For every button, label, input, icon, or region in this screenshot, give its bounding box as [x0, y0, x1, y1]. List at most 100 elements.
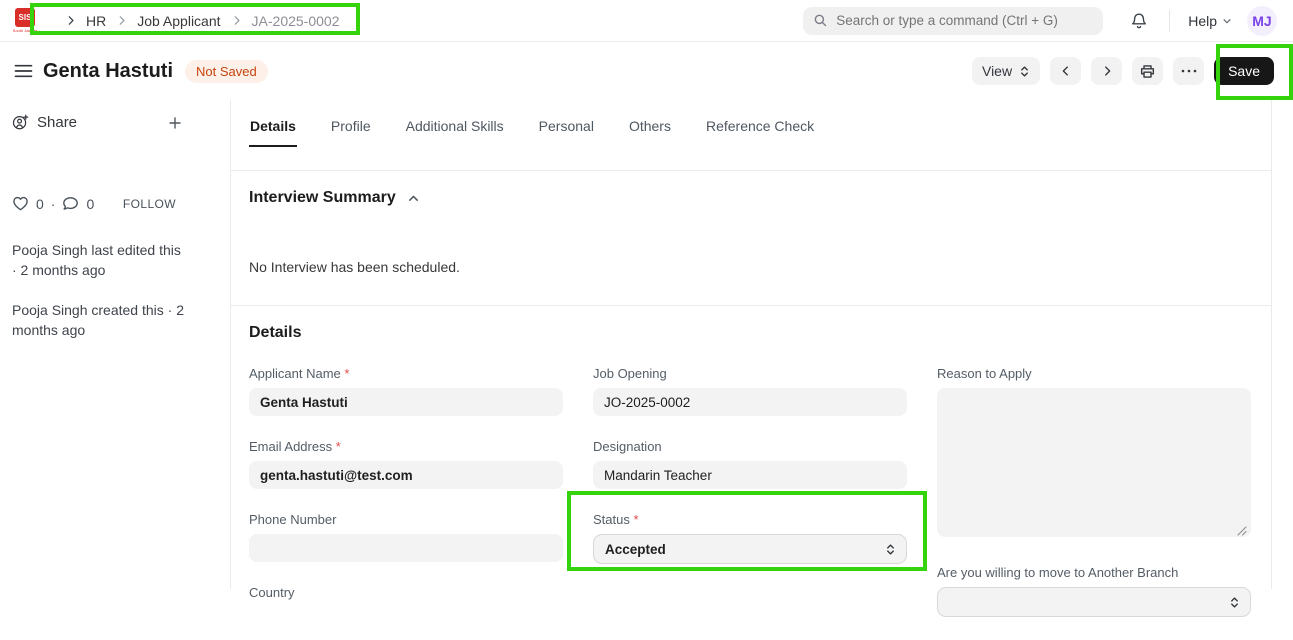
details-column-2: Job Opening Designation Status * Accepte… — [593, 366, 907, 640]
status-field: Status * Accepted — [593, 512, 907, 564]
breadcrumb-item-hr[interactable]: HR — [86, 13, 106, 29]
designation-field: Designation — [593, 439, 907, 489]
details-column-1: Applicant Name * Email Address * Phone N… — [249, 366, 563, 640]
menu-toggle-button[interactable] — [14, 63, 33, 79]
job-opening-field: Job Opening — [593, 366, 907, 416]
like-count: 0 — [36, 196, 44, 212]
status-badge: Not Saved — [185, 60, 268, 83]
phone-number-field: Phone Number — [249, 512, 563, 562]
navbar-right: Help MJ — [803, 6, 1277, 36]
status-select-value: Accepted — [605, 542, 666, 557]
country-field: Country — [249, 585, 563, 600]
search-icon — [813, 13, 828, 28]
required-asterisk: * — [344, 366, 349, 381]
applicant-name-input[interactable] — [249, 388, 563, 416]
created-note: Pooja Singh created this · 2 months ago — [12, 300, 186, 340]
chevron-down-icon — [1222, 16, 1232, 26]
save-button[interactable]: Save — [1214, 57, 1274, 85]
app-logo[interactable]: SIS South Jakarta — [12, 8, 38, 33]
sidebar-expand-icon[interactable] — [64, 14, 77, 27]
form-main: Details Profile Additional Skills Person… — [230, 100, 1272, 589]
tab-additional-skills[interactable]: Additional Skills — [405, 118, 505, 147]
print-button[interactable] — [1132, 57, 1163, 85]
breadcrumb-separator-icon — [230, 14, 243, 27]
chevron-right-icon — [1100, 64, 1114, 78]
view-button[interactable]: View — [972, 57, 1040, 85]
email-address-label: Email Address * — [249, 439, 563, 454]
job-opening-label: Job Opening — [593, 366, 907, 381]
willing-to-move-field: Are you willing to move to Another Branc… — [937, 565, 1251, 617]
status-select[interactable]: Accepted — [593, 534, 907, 564]
share-person-plus-icon — [12, 114, 29, 131]
page-header: Genta Hastuti Not Saved View — [0, 42, 1293, 100]
interview-summary-title: Interview Summary — [249, 188, 396, 207]
chevron-up-down-icon — [885, 542, 896, 557]
reason-to-apply-textarea[interactable] — [937, 388, 1251, 537]
page-title: Genta Hastuti — [43, 60, 173, 83]
tab-reference-check[interactable]: Reference Check — [705, 118, 815, 147]
country-label: Country — [249, 585, 563, 600]
collapse-chevron-up-icon[interactable] — [407, 192, 420, 205]
details-section-title: Details — [249, 323, 301, 342]
willing-to-move-select[interactable] — [937, 587, 1251, 617]
phone-number-label: Phone Number — [249, 512, 563, 527]
applicant-name-label: Applicant Name * — [249, 366, 563, 381]
heart-icon[interactable] — [12, 195, 29, 212]
avatar-initials: MJ — [1252, 13, 1271, 29]
comment-icon[interactable] — [62, 195, 79, 212]
tab-personal[interactable]: Personal — [538, 118, 595, 147]
app-logo-subtext: South Jakarta — [13, 28, 38, 33]
view-button-label: View — [982, 63, 1012, 79]
email-address-field: Email Address * — [249, 439, 563, 489]
breadcrumb-item-job-applicant[interactable]: Job Applicant — [137, 13, 220, 29]
details-field-grid: Applicant Name * Email Address * Phone N… — [249, 366, 1250, 640]
email-address-input[interactable] — [249, 461, 563, 489]
last-edited-note: Pooja Singh last edited this · 2 months … — [12, 240, 186, 280]
details-column-3: Reason to Apply Are you willing to move … — [937, 366, 1251, 640]
user-avatar[interactable]: MJ — [1247, 6, 1277, 36]
bell-icon — [1130, 12, 1148, 30]
next-record-button[interactable] — [1091, 57, 1122, 85]
designation-label: Designation — [593, 439, 907, 454]
breadcrumb: HR Job Applicant JA-2025-0002 — [56, 5, 347, 37]
tab-details[interactable]: Details — [249, 118, 297, 147]
breadcrumb-item-current: JA-2025-0002 — [252, 13, 340, 29]
help-menu[interactable]: Help — [1188, 13, 1232, 29]
global-search[interactable] — [803, 7, 1103, 35]
search-input[interactable] — [836, 13, 1093, 28]
form-sidebar: Share 0 · 0 FOLLOW Pooja Singh last edit… — [0, 100, 230, 589]
chevron-left-icon — [1059, 64, 1073, 78]
phone-number-input[interactable] — [249, 534, 563, 562]
ellipsis-icon — [1181, 69, 1197, 73]
add-share-button[interactable] — [168, 116, 182, 130]
tab-others[interactable]: Others — [628, 118, 672, 147]
share-label[interactable]: Share — [37, 114, 77, 131]
app-logo-mark: SIS — [15, 8, 35, 27]
status-label: Status * — [593, 512, 907, 527]
applicant-name-field: Applicant Name * — [249, 366, 563, 416]
job-opening-input[interactable] — [593, 388, 907, 416]
more-actions-button[interactable] — [1173, 57, 1204, 85]
notifications-button[interactable] — [1130, 12, 1148, 30]
no-interview-message: No Interview has been scheduled. — [249, 259, 1250, 275]
printer-icon — [1139, 63, 1156, 80]
reactions-row: 0 · 0 FOLLOW — [12, 195, 182, 212]
dot-separator: · — [51, 196, 56, 212]
help-label: Help — [1188, 13, 1217, 29]
required-asterisk: * — [336, 439, 341, 454]
chevron-up-down-icon — [1229, 595, 1240, 610]
previous-record-button[interactable] — [1050, 57, 1081, 85]
hamburger-icon — [14, 63, 33, 79]
willing-to-move-label: Are you willing to move to Another Branc… — [937, 565, 1251, 580]
details-section: Details Applicant Name * Email Address *… — [231, 306, 1271, 640]
tab-profile[interactable]: Profile — [330, 118, 372, 147]
interview-summary-section: Interview Summary No Interview has been … — [231, 171, 1271, 306]
comment-count: 0 — [86, 196, 94, 212]
reason-to-apply-field: Reason to Apply — [937, 366, 1251, 542]
navbar-divider — [1169, 10, 1170, 32]
breadcrumb-separator-icon — [115, 14, 128, 27]
follow-button[interactable]: FOLLOW — [117, 196, 182, 212]
chevron-up-down-icon — [1019, 64, 1030, 79]
reason-to-apply-label: Reason to Apply — [937, 366, 1251, 381]
designation-input[interactable] — [593, 461, 907, 489]
